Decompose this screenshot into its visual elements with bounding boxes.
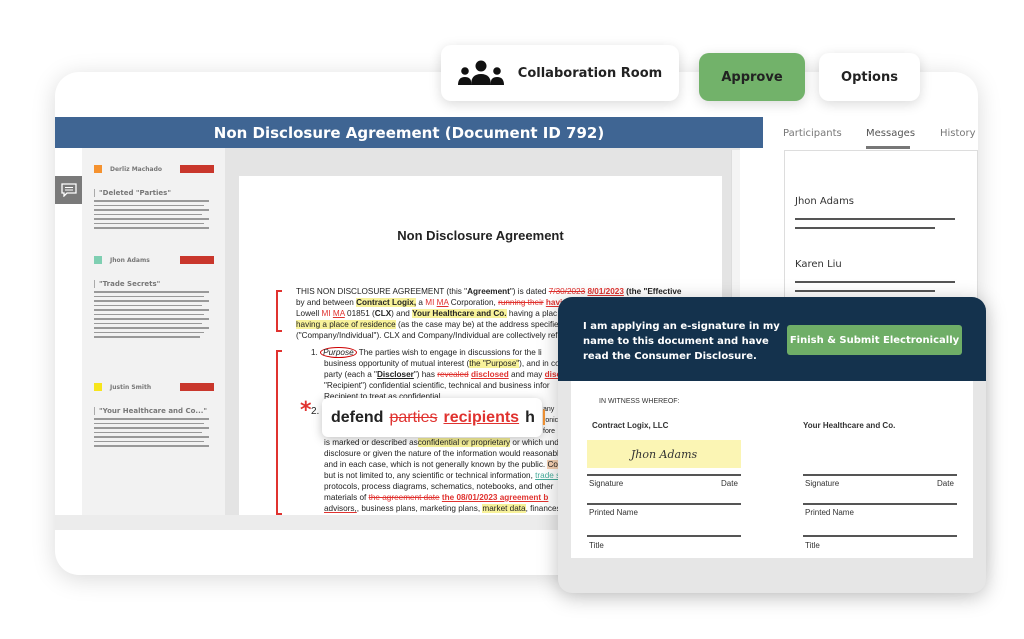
people-icon: [457, 60, 504, 85]
author-color-swatch: [94, 383, 102, 391]
title-label: Title: [805, 541, 820, 550]
comment-badge: [180, 256, 214, 264]
tab-history[interactable]: History: [940, 128, 976, 139]
date-label: Date: [937, 479, 954, 488]
text-cursor-icon: I: [540, 404, 547, 430]
comment-item[interactable]: Derliz Machado "Deleted "Parties": [94, 164, 214, 229]
printed-name-label: Printed Name: [589, 508, 638, 517]
comment-item[interactable]: Justin Smith "Your Healthcare and Co...": [94, 382, 214, 447]
comment-icon: [60, 183, 77, 197]
printed-name-label: Printed Name: [805, 508, 854, 517]
comments-toggle-button[interactable]: [55, 176, 82, 204]
participant-name[interactable]: Karen Liu: [795, 259, 842, 270]
edit-word: defend: [331, 408, 384, 426]
comment-quote: "Trade Secrets": [94, 280, 214, 288]
comment-quote: "Your Healthcare and Co...": [94, 407, 214, 415]
tab-messages[interactable]: Messages: [866, 128, 915, 139]
collaboration-room-button[interactable]: Collaboration Room: [441, 45, 679, 101]
active-tab-indicator: [866, 146, 910, 149]
change-marker: [276, 290, 282, 332]
consent-statement: I am applying an e-signature in my name …: [583, 321, 780, 362]
title-label: Title: [589, 541, 604, 550]
tab-participants[interactable]: Participants: [783, 128, 842, 139]
signature-block: IN WITNESS WHEREOF: Contract Logix, LLC …: [571, 381, 973, 558]
comment-badge: [180, 165, 214, 173]
comment-author: Justin Smith: [110, 383, 152, 391]
document-title: Non Disclosure Agreement (Document ID 79…: [55, 117, 763, 148]
deleted-word: parties: [389, 408, 438, 426]
signature-label: Signature: [805, 479, 840, 488]
author-color-swatch: [94, 165, 102, 173]
collaboration-room-label: Collaboration Room: [517, 65, 663, 81]
participants-list: Jhon Adams Karen Liu: [784, 150, 978, 310]
change-marker: [276, 350, 282, 515]
required-asterisk-icon: *: [300, 398, 312, 423]
date-label: Date: [721, 479, 738, 488]
comments-panel: Derliz Machado "Deleted "Parties" Jhon A…: [82, 148, 225, 515]
approve-button[interactable]: Approve: [699, 53, 805, 101]
finish-submit-button[interactable]: Finish & Submit Electronically: [787, 325, 962, 355]
document-heading: Non Disclosure Agreement: [397, 228, 564, 243]
party2-name: Your Healthcare and Co.: [803, 421, 896, 430]
esignature-dialog: I am applying an e-signature in my name …: [558, 297, 986, 593]
signature-label: Signature: [589, 479, 624, 488]
party1-name: Contract Logix, LLC: [592, 421, 669, 430]
witness-label: IN WITNESS WHEREOF:: [599, 398, 680, 405]
options-button[interactable]: Options: [819, 53, 920, 101]
participant-name[interactable]: Jhon Adams: [795, 196, 854, 207]
signature-field[interactable]: Jhon Adams: [587, 440, 741, 468]
comment-quote: "Deleted "Parties": [94, 189, 214, 197]
comment-item[interactable]: Jhon Adams "Trade Secrets": [94, 255, 214, 338]
inserted-word: recipients: [443, 408, 520, 426]
section-2-number: 2.: [311, 406, 320, 417]
comment-author: Derliz Machado: [110, 165, 163, 173]
esignature-header: I am applying an e-signature in my name …: [558, 297, 986, 381]
comment-badge: [180, 383, 214, 391]
author-color-swatch: [94, 256, 102, 264]
comment-author: Jhon Adams: [110, 256, 150, 264]
typed-text: h: [525, 408, 535, 426]
inline-edit-popup[interactable]: defend parties recipients h I: [322, 398, 547, 437]
